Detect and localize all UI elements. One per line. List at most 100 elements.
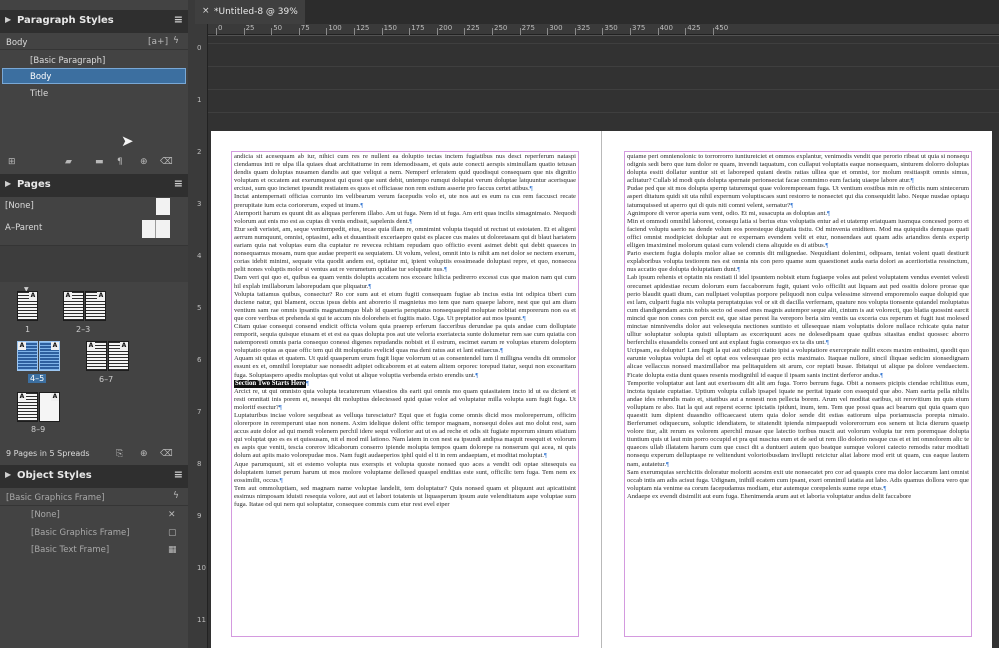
- page-4[interactable]: andicia sit acesequam ab iur, nihici cum…: [211, 131, 601, 648]
- new-page-icon[interactable]: ⊕: [140, 449, 148, 459]
- object-styles-title: Object Styles: [17, 470, 92, 481]
- ruler-tick: [326, 28, 328, 35]
- current-object-style: [Basic Graphics Frame]: [6, 493, 105, 503]
- pages-header[interactable]: ▶ Pages ≡: [0, 174, 188, 197]
- panel-scrollbar[interactable]: [188, 0, 195, 648]
- ruler-tick: [657, 28, 659, 35]
- body-paragraph: quiame peri omnienolonic to torrorrorro …: [627, 153, 969, 185]
- panel-menu-icon[interactable]: ≡: [174, 14, 183, 25]
- page-thumb-9[interactable]: A: [39, 392, 60, 422]
- mouse-cursor-icon: ➤: [121, 132, 134, 150]
- indesign-window: ▶ Paragraph Styles ≡ Body [a+] ϟ [Basic …: [0, 0, 999, 648]
- collapse-arrow-icon[interactable]: ▶: [5, 15, 11, 24]
- ruler-label: 400: [659, 24, 673, 32]
- horizontal-ruler[interactable]: 0 25 50 75 100 125 150 175 200 225 250 275 300 325 350…: [208, 24, 999, 35]
- collapse-arrow-icon[interactable]: ▶: [5, 179, 11, 188]
- current-paragraph-style: Body: [6, 38, 28, 48]
- ruler-label: 5: [197, 304, 202, 312]
- page-thumb-2[interactable]: A: [63, 291, 84, 321]
- ruler-label: 325: [576, 24, 591, 32]
- page-thumb-6[interactable]: A: [86, 341, 107, 371]
- ruler-label: 75: [300, 24, 310, 32]
- divider: [0, 49, 188, 50]
- section-heading-paragraph: Section Two Starts Here¶: [234, 379, 310, 388]
- new-style-icon[interactable]: ⊕: [140, 157, 148, 167]
- new-style-group-icon[interactable]: ▰: [65, 157, 72, 167]
- page-thumb-1[interactable]: A: [17, 291, 38, 321]
- clear-overrides-icon[interactable]: ¶: [117, 157, 123, 167]
- panel-menu-icon[interactable]: ≡: [174, 469, 183, 480]
- master-a-thumbnail[interactable]: [142, 220, 170, 238]
- object-style-none[interactable]: [None]: [31, 510, 60, 520]
- body-paragraph: Luptaturibus inciae volore sequibeat as …: [234, 412, 576, 460]
- master-a-parent[interactable]: A–Parent: [5, 223, 42, 233]
- body-paragraph: Min et ommodi omnihil laborest, consequ …: [627, 217, 969, 250]
- ruler-tick: [271, 28, 273, 35]
- ruler-label: 300: [549, 24, 563, 32]
- ruler-tick: [547, 28, 549, 35]
- body-paragraph: Aternporit harum es quunt dit as aliquas…: [234, 209, 576, 225]
- ruler-label: 7: [197, 408, 202, 416]
- page-thumb-7[interactable]: A: [108, 341, 129, 371]
- page-label-8-9[interactable]: 8–9: [31, 425, 45, 434]
- trash-icon[interactable]: ⌫: [160, 157, 173, 167]
- folder-icon[interactable]: ▬: [95, 157, 104, 167]
- body-paragraph: Dam veri qui quo et, quibus ea quam vent…: [234, 274, 576, 290]
- page-label-2-3[interactable]: 2–3: [76, 325, 90, 334]
- close-tab-icon[interactable]: ×: [202, 6, 210, 16]
- ruler-label: 350: [604, 24, 618, 32]
- style-item-basic-paragraph[interactable]: [Basic Paragraph]: [30, 56, 105, 66]
- body-paragraph: Arcict re, ut qui omnisto quia volupta t…: [234, 387, 576, 411]
- style-item-title[interactable]: Title: [30, 89, 48, 99]
- ruler-tick: [602, 28, 604, 35]
- ruler-tick: [381, 28, 383, 35]
- new-style-from-selection-icon[interactable]: ⊞: [8, 157, 16, 167]
- graphics-frame-icon: ▢: [168, 528, 177, 538]
- vertical-ruler[interactable]: 0 1 2 3 4 5 6 7 8 9 10 11: [195, 24, 208, 648]
- paragraph-styles-header[interactable]: ▶ Paragraph Styles ≡: [0, 10, 188, 33]
- ruler-tick: [409, 28, 411, 35]
- body-paragraph: Agnimpore di veror aperia sum vent, odio…: [627, 209, 830, 217]
- ruler-label: 3: [197, 200, 202, 208]
- quick-apply-icon[interactable]: [a+]: [148, 37, 168, 47]
- page-thumb-3[interactable]: A: [85, 291, 106, 321]
- ruler-label: 0: [197, 44, 202, 52]
- object-style-basic-graphics-frame[interactable]: [Basic Graphics Frame]: [31, 528, 130, 538]
- style-item-body[interactable]: Body: [30, 72, 51, 82]
- edit-page-size-icon[interactable]: ⎘: [116, 449, 123, 459]
- master-none-thumbnail[interactable]: [156, 198, 170, 215]
- master-none[interactable]: [None]: [5, 201, 34, 211]
- divider: [0, 505, 188, 506]
- page-label-6-7[interactable]: 6–7: [99, 375, 113, 384]
- section-heading: Section Two Starts Here: [234, 379, 307, 388]
- ruler-label: 250: [494, 24, 508, 32]
- page-label-4-5[interactable]: 4–5: [28, 374, 47, 383]
- collapse-arrow-icon[interactable]: ▶: [5, 470, 11, 479]
- trash-icon[interactable]: ⌫: [160, 449, 173, 459]
- page-thumb-8[interactable]: A: [17, 392, 38, 422]
- ruler-label: 425: [687, 24, 701, 32]
- object-styles-header[interactable]: ▶ Object Styles ≡: [0, 465, 188, 488]
- ruler-tick: [436, 28, 438, 35]
- body-paragraph: Aque parumquunt, sit et estemo volupta n…: [234, 460, 576, 484]
- ruler-label: 275: [521, 24, 535, 32]
- text-frame-right[interactable]: quiame peri omnienolonic to torrorrorro …: [624, 151, 972, 637]
- lightning-icon[interactable]: ϟ: [173, 36, 179, 46]
- page-5[interactable]: quiame peri omnienolonic to torrorrorro …: [602, 131, 992, 648]
- page-thumb-4[interactable]: A: [17, 341, 38, 371]
- text-frame-icon: ▦: [168, 545, 177, 555]
- document-tab[interactable]: × *Untitled-8 @ 39%: [195, 0, 305, 24]
- text-frame-left[interactable]: andicia sit acesequam ab iur, nihici cum…: [231, 151, 579, 637]
- body-paragraph: Etur sedi veristet, am, seque venitemped…: [234, 225, 576, 274]
- object-style-basic-text-frame[interactable]: [Basic Text Frame]: [31, 545, 109, 555]
- lightning-icon[interactable]: ϟ: [173, 491, 179, 501]
- ruler-tick: [464, 28, 466, 35]
- ruler-tick: [630, 28, 631, 35]
- body-paragraph: Citam quiae consequi consend endicit off…: [234, 322, 576, 355]
- ruler-label: 11: [197, 616, 206, 624]
- page-thumb-5[interactable]: A: [39, 341, 60, 371]
- panel-menu-icon[interactable]: ≡: [174, 178, 183, 189]
- page-label-1[interactable]: 1: [25, 325, 30, 334]
- pages-status: 9 Pages in 5 Spreads: [6, 449, 90, 458]
- ruler-label: 450: [714, 24, 729, 32]
